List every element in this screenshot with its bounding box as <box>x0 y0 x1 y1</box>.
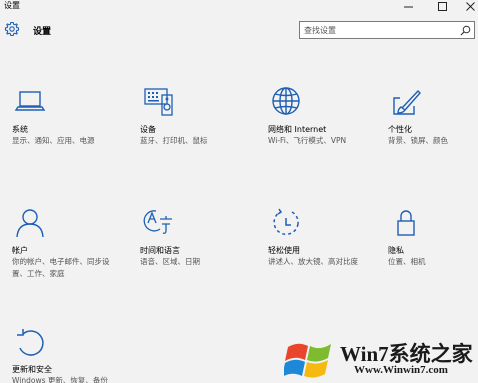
globe-icon <box>272 87 300 115</box>
tile-description: Windows 更新、恢复、备份 <box>12 376 108 383</box>
tile-name: 更新和安全 <box>12 365 52 374</box>
tile-update-security[interactable]: 更新和安全 Windows 更新、恢复、备份 <box>12 326 122 383</box>
tile-name: 系统 <box>12 125 28 134</box>
minimize-icon <box>403 6 413 8</box>
tile-description: 语音、区域、日期 <box>140 257 200 266</box>
windows-logo-icon <box>284 343 331 378</box>
tile-description: Wi-Fi、飞行模式、VPN <box>268 136 347 145</box>
tile-description: 讲述人、放大镜、高对比度 <box>268 257 358 266</box>
minimize-button[interactable] <box>394 0 422 13</box>
tile-personalization[interactable]: 个性化 背景、锁屏、颜色 <box>388 86 478 181</box>
watermark-url: Www.Winwin7.com <box>354 364 448 376</box>
tile-system[interactable]: 系统 显示、通知、应用、电源 <box>12 86 122 181</box>
time-language-icon <box>143 210 172 234</box>
paintbrush-icon <box>393 89 421 115</box>
tile-name: 设备 <box>140 125 156 134</box>
page-header: 设置 <box>0 13 478 47</box>
tile-devices[interactable]: 设备 蓝牙、打印机、鼠标 <box>140 86 250 181</box>
maximize-icon <box>437 2 447 11</box>
laptop-icon <box>14 91 46 111</box>
window-title: 设置 <box>4 1 20 10</box>
tile-name: 隐私 <box>388 246 404 255</box>
search-input[interactable] <box>304 24 454 36</box>
tile-accounts[interactable]: 帐户 你的帐户、电子邮件、同步设置、工作、家庭 <box>12 207 122 302</box>
close-icon <box>465 2 475 11</box>
tile-name: 网络和 Internet <box>268 125 327 134</box>
maximize-button[interactable] <box>428 0 456 13</box>
devices-icon <box>144 88 173 116</box>
search-box[interactable] <box>299 21 475 39</box>
lock-icon <box>397 210 415 236</box>
search-icon[interactable] <box>460 25 471 36</box>
ease-of-access-icon <box>273 208 299 236</box>
tile-time-language[interactable]: 时间和语言 语音、区域、日期 <box>140 207 250 302</box>
tile-name: 个性化 <box>388 125 412 134</box>
page-title: 设置 <box>33 27 52 37</box>
tile-description: 背景、锁屏、颜色 <box>388 136 448 145</box>
tile-privacy[interactable]: 隐私 位置、相机 <box>388 207 478 302</box>
tile-description: 你的帐户、电子邮件、同步设置、工作、家庭 <box>12 257 110 278</box>
tile-name: 时间和语言 <box>140 246 180 255</box>
tile-description: 位置、相机 <box>388 257 426 266</box>
tile-network[interactable]: 网络和 Internet Wi-Fi、飞行模式、VPN <box>268 86 378 181</box>
tile-description: 蓝牙、打印机、鼠标 <box>140 136 208 145</box>
tile-description: 显示、通知、应用、电源 <box>12 136 95 145</box>
update-icon <box>17 329 44 356</box>
close-button[interactable] <box>456 0 478 13</box>
tile-name: 帐户 <box>12 246 28 255</box>
title-bar: 设置 <box>0 0 478 13</box>
person-icon <box>16 209 44 238</box>
tile-name: 轻松使用 <box>268 246 300 255</box>
gear-icon <box>4 21 20 37</box>
tile-ease-of-access[interactable]: 轻松使用 讲述人、放大镜、高对比度 <box>268 207 378 302</box>
watermark: Win7系统之家 Www.Winwin7.com <box>282 332 478 383</box>
